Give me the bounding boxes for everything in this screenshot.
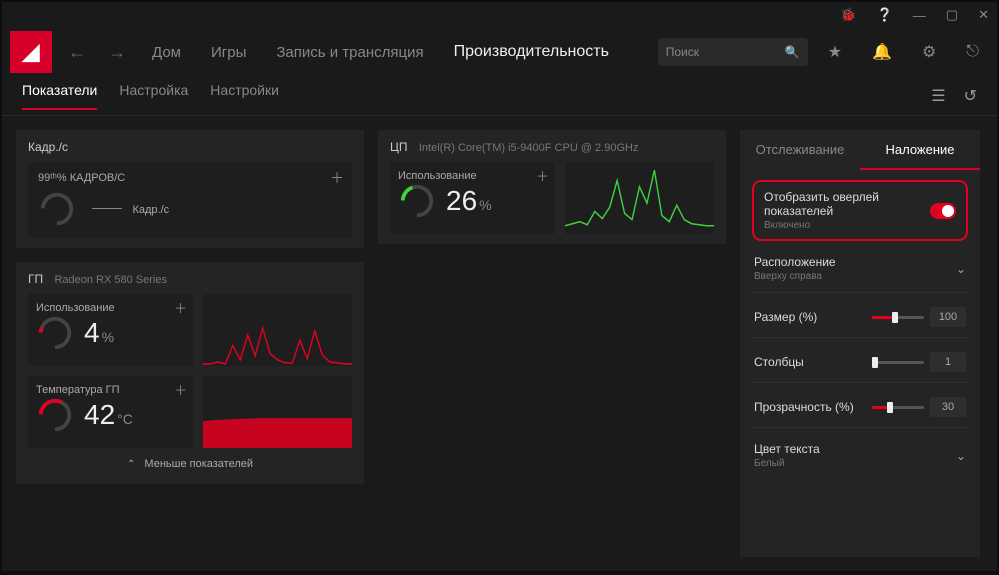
cpu-usage-sparkline <box>565 162 714 234</box>
exit-icon[interactable]: ⎋ <box>956 43 989 61</box>
reset-icon[interactable]: ↺ <box>964 86 977 106</box>
maximize-icon[interactable]: ▢ <box>946 7 958 23</box>
tile-fps[interactable]: ＋ 99ᵗʰ% КАДРОВ/С Кадр./с <box>28 162 352 238</box>
setting-position[interactable]: Расположение Вверху справа ⌄ <box>752 245 968 293</box>
plus-icon[interactable]: ＋ <box>536 166 549 185</box>
fps-unit: Кадр./с <box>132 204 169 216</box>
panel-cpu-title: ЦП Intel(R) Core(TM) i5-9400F CPU @ 2.90… <box>390 140 714 154</box>
collapse-metrics-button[interactable]: ⌃ Меньше показателей <box>28 448 352 474</box>
tile-cpu-usage-chart[interactable] <box>565 162 714 234</box>
favorite-icon[interactable]: ★ <box>818 42 852 62</box>
titlebar: 🐞 ❔ — ▢ ✕ <box>2 2 997 28</box>
overlay-toggle-row: Отобразить оверлей показателей Включено <box>752 180 968 241</box>
setting-transparency: Прозрачность (%) 30 <box>752 387 968 428</box>
tile-gpu-usage-chart[interactable] <box>203 294 352 366</box>
gear-icon[interactable]: ⚙ <box>912 42 946 62</box>
fps-value-blank <box>92 208 122 209</box>
gpu-temp-label: Температура ГП <box>36 384 185 396</box>
gpu-usage-gauge-icon <box>36 314 74 352</box>
tab-overlay[interactable]: Наложение <box>860 130 980 170</box>
subnav: Показатели Настройка Настройки ☰ ↺ <box>2 76 997 116</box>
search-placeholder: Поиск <box>666 45 785 59</box>
chevron-up-icon: ⌃ <box>127 459 135 470</box>
transparency-slider[interactable] <box>872 406 924 409</box>
search-icon: 🔍 <box>785 45 800 59</box>
panel-gpu-title: ГП Radeon RX 580 Series <box>28 272 352 286</box>
setting-size: Размер (%) 100 <box>752 297 968 338</box>
overlay-toggle-label: Отобразить оверлей показателей <box>764 190 930 218</box>
nav-games[interactable]: Игры <box>201 44 256 61</box>
size-slider[interactable] <box>872 316 924 319</box>
subtab-tuning[interactable]: Настройка <box>119 82 188 110</box>
tile-gpu-temp-chart[interactable] <box>203 376 352 448</box>
fps-percentile-label: 99ᵗʰ% КАДРОВ/С <box>38 172 342 184</box>
gpu-usage-label: Использование <box>36 302 185 314</box>
cpu-name: Intel(R) Core(TM) i5-9400F CPU @ 2.90GHz <box>419 142 639 154</box>
amd-logo-icon: ◢ <box>10 31 52 73</box>
chevron-down-icon: ⌄ <box>956 262 966 276</box>
close-icon[interactable]: ✕ <box>978 7 989 23</box>
gpu-usage-value: 4 <box>84 317 100 348</box>
nav-record[interactable]: Запись и трансляция <box>266 44 433 61</box>
nav-back-icon[interactable]: ← <box>62 42 92 63</box>
panel-fps: Кадр./с ＋ 99ᵗʰ% КАДРОВ/С Кадр./с <box>16 130 364 248</box>
panel-fps-title: Кадр./с <box>28 140 352 154</box>
tab-tracking[interactable]: Отслеживание <box>740 130 860 170</box>
gpu-temp-gauge-icon <box>36 396 74 434</box>
nav-home[interactable]: Дом <box>142 44 191 61</box>
panel-overlay-settings: Отслеживание Наложение Отобразить оверле… <box>740 130 980 557</box>
nav-forward-icon[interactable]: → <box>102 42 132 63</box>
transparency-value[interactable]: 30 <box>930 397 966 417</box>
bug-icon[interactable]: 🐞 <box>840 7 856 23</box>
size-value[interactable]: 100 <box>930 307 966 327</box>
gpu-temp-sparkline <box>203 376 352 448</box>
setting-columns: Столбцы 1 <box>752 342 968 383</box>
header: ◢ ← → Дом Игры Запись и трансляция Произ… <box>2 28 997 76</box>
columns-slider[interactable] <box>872 361 924 364</box>
gpu-name: Radeon RX 580 Series <box>54 274 167 286</box>
subtab-settings[interactable]: Настройки <box>210 82 279 110</box>
plus-icon[interactable]: ＋ <box>174 298 187 317</box>
bell-icon[interactable]: 🔔 <box>862 42 902 62</box>
panel-cpu: ЦП Intel(R) Core(TM) i5-9400F CPU @ 2.90… <box>378 130 726 244</box>
overlay-toggle[interactable] <box>930 203 956 219</box>
fps-gauge-icon <box>38 190 76 228</box>
list-view-icon[interactable]: ☰ <box>931 86 945 106</box>
plus-icon[interactable]: ＋ <box>174 380 187 399</box>
panel-gpu: ГП Radeon RX 580 Series ＋ Использование … <box>16 262 364 484</box>
plus-icon[interactable]: ＋ <box>330 168 344 188</box>
help-icon[interactable]: ❔ <box>877 7 893 23</box>
minimize-icon[interactable]: — <box>913 8 926 23</box>
gpu-usage-sparkline <box>203 294 352 366</box>
chevron-down-icon: ⌄ <box>956 449 966 463</box>
tile-gpu-temp[interactable]: ＋ Температура ГП 42°C <box>28 376 193 448</box>
setting-textcolor[interactable]: Цвет текста Белый ⌄ <box>752 432 968 479</box>
cpu-usage-label: Использование <box>398 170 547 182</box>
tile-cpu-usage[interactable]: ＋ Использование 26% <box>390 162 555 234</box>
overlay-toggle-status: Включено <box>764 220 930 231</box>
columns-value[interactable]: 1 <box>930 352 966 372</box>
search-input[interactable]: Поиск 🔍 <box>658 38 808 66</box>
tile-gpu-usage[interactable]: ＋ Использование 4% <box>28 294 193 366</box>
gpu-temp-value: 42 <box>84 399 115 430</box>
subtab-metrics[interactable]: Показатели <box>22 82 97 110</box>
cpu-usage-gauge-icon <box>398 182 436 220</box>
cpu-usage-value: 26 <box>446 185 477 216</box>
nav-performance[interactable]: Производительность <box>444 43 619 61</box>
